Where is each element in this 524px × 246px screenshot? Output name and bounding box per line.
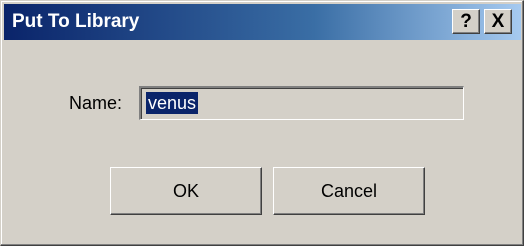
ok-button-label: OK bbox=[172, 180, 199, 201]
window-title: Put To Library bbox=[12, 11, 140, 32]
cancel-button-label: Cancel bbox=[320, 180, 378, 201]
close-button[interactable]: X bbox=[484, 9, 512, 34]
close-icon: X bbox=[491, 10, 505, 32]
put-to-library-dialog: Put To Library ? X Name: venus OK Cancel bbox=[0, 0, 524, 246]
cancel-button[interactable]: Cancel bbox=[273, 167, 425, 215]
ok-button[interactable]: OK bbox=[110, 167, 262, 215]
title-bar[interactable]: Put To Library ? X bbox=[4, 4, 521, 40]
help-button[interactable]: ? bbox=[452, 9, 480, 34]
name-field-value: venus bbox=[146, 92, 199, 114]
name-label: Name: bbox=[69, 93, 123, 113]
help-icon: ? bbox=[460, 10, 472, 32]
name-field[interactable]: venus bbox=[139, 86, 464, 120]
